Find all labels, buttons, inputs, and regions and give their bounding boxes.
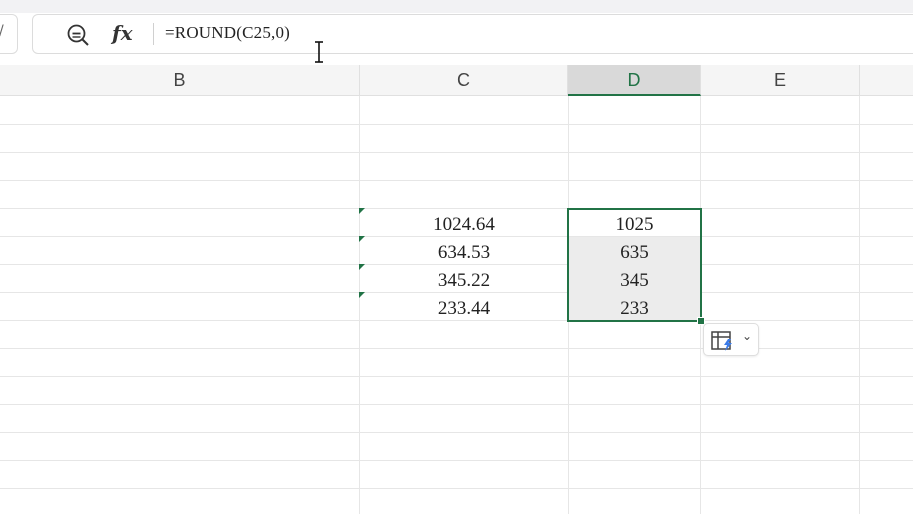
- formula-text[interactable]: =ROUND(C25,0): [165, 23, 290, 43]
- column-header-e[interactable]: E: [701, 65, 860, 96]
- formula-bar: / fx =ROUND(C25,0): [0, 13, 913, 65]
- text-cursor-icon: [315, 41, 323, 63]
- formula-input-box[interactable]: fx =ROUND(C25,0): [32, 14, 913, 54]
- chevron-down-icon[interactable]: ⌄: [742, 329, 752, 343]
- column-header-next[interactable]: [860, 65, 913, 96]
- quick-analysis-button[interactable]: ⌄: [703, 323, 759, 356]
- column-header-c[interactable]: C: [360, 65, 568, 96]
- cell-c28[interactable]: 233.44: [360, 294, 568, 322]
- quick-analysis-icon: [711, 331, 732, 351]
- selection-border: [567, 208, 702, 322]
- cell-c26[interactable]: 634.53: [360, 238, 568, 266]
- cell-c27[interactable]: 345.22: [360, 266, 568, 294]
- cell-c25[interactable]: 1024.64: [360, 210, 568, 238]
- zoom-out-icon[interactable]: [66, 23, 90, 47]
- cell-error-indicator[interactable]: [359, 264, 365, 270]
- column-header-d[interactable]: D: [568, 65, 701, 96]
- formula-separator: [153, 23, 154, 45]
- cell-error-indicator[interactable]: [359, 292, 365, 298]
- cell-error-indicator[interactable]: [359, 236, 365, 242]
- name-box[interactable]: /: [0, 14, 18, 54]
- cell-error-indicator[interactable]: [359, 208, 365, 214]
- column-header-b[interactable]: B: [0, 65, 360, 96]
- chevron-down-icon[interactable]: /: [0, 23, 4, 39]
- window-top-strip: [0, 0, 913, 13]
- fx-icon[interactable]: fx: [112, 21, 133, 45]
